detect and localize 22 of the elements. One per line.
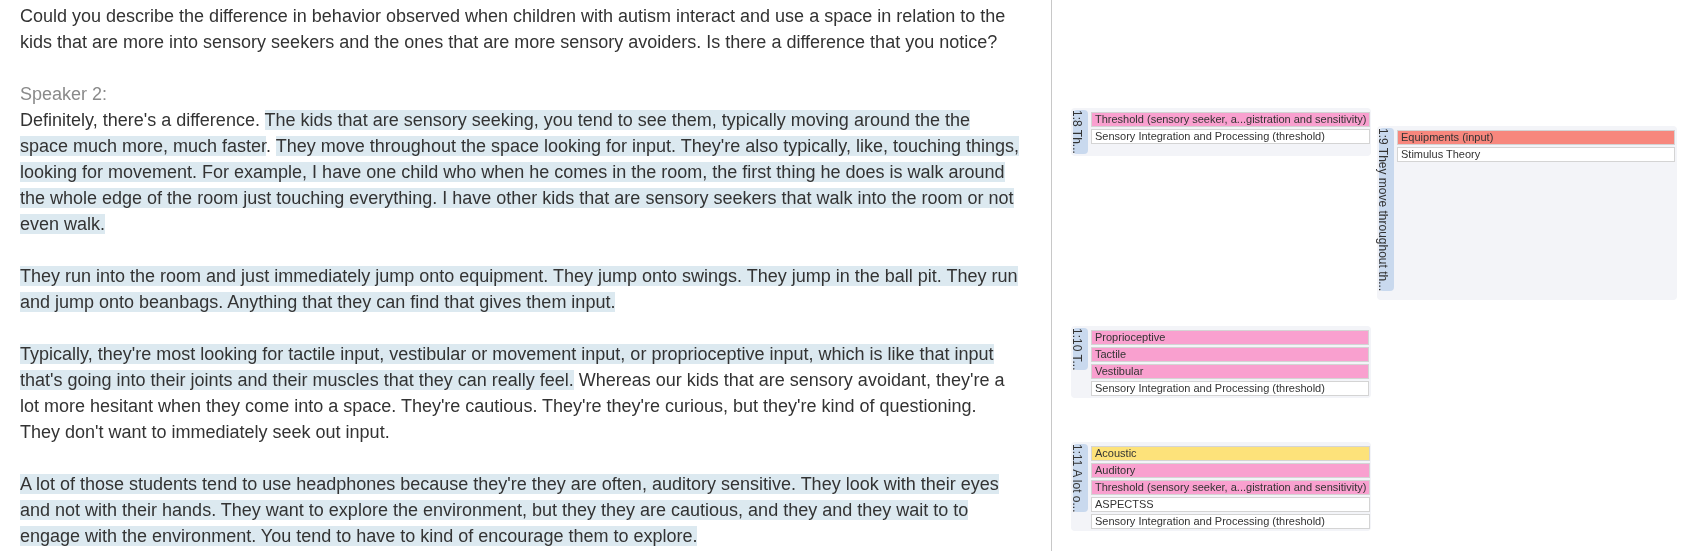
code-tag[interactable]: Sensory Integration and Processing (threshold) [1091,513,1371,529]
code-tag[interactable]: Sensory Integration and Processing (threshold) [1091,129,1371,144]
quotation-tab[interactable]: 1:10 T... [1073,327,1088,371]
code-tag[interactable]: Tactile [1091,346,1369,362]
transcript-paragraph: A lot of those students tend to use headphones because they're they are often, auditory sensitive. They look with their eyes and not with their hands. They want to explore the environment, but they they are cautious, and they and they wait to to engage with the environment. You tend to have to kind of encourage them to explore. [20,473,1000,548]
code-tag[interactable]: Threshold (sensory seeker, a...gistration and sensitivity) [1091,112,1371,127]
transcript-paragraph: Could you describe the difference in behavior observed when children with autism interact and use a space in relation to the kids that are more into sensory seekers and the ones that are more sensory avoiders. Is there a difference that you notice? [20,5,1007,54]
code-tag[interactable]: Sensory Integration and Processing (threshold) [1091,380,1369,396]
code-tag[interactable]: Stimulus Theory [1397,147,1675,162]
speaker-label: Speaker 2: [20,83,109,106]
transcript-paragraph: Typically, they're most looking for tactile input, vestibular or movement input, or proprioceptive input, which is like that input that's going into their joints and their muscles that they can really feel. Whereas our kids that are sensory avoidant, they're a lot more hesitant when they come into a space. They're cautious. They're they're curious, but they're kind of questioning. They don't want to immediately seek out input. [20,343,1006,444]
code-tag[interactable]: Vestibular [1091,363,1369,379]
code-tag[interactable]: Threshold (sensory seeker, a...gistration and sensitivity) [1091,479,1371,495]
code-tag[interactable]: Auditory [1091,462,1371,478]
code-tag[interactable]: Proprioceptive [1091,329,1369,345]
code-tag[interactable]: Acoustic [1091,445,1371,461]
quotation-tab[interactable]: 1:8 Th... [1073,110,1088,154]
quotation-tab[interactable]: 1:11 A lot o... [1073,443,1088,513]
transcript-paragraph: Definitely, there's a difference. The kids that are sensory seeking, you tend to see them, typically moving around the the space much more, much faster. They move throughout the space looking for input. They're also typically, like, touching things, looking for movement. For example, I have one child who when he comes in the room, the first thing he does is walk around the whole edge of the room just touching everything. I have other kids that are sensory seekers that walk into the room or not even walk. [20,109,1020,236]
code-tag[interactable]: ASPECTSS [1091,496,1371,512]
code-tag[interactable]: Equipments (input) [1397,130,1675,145]
transcript-paragraph: They run into the room and just immediately jump onto equipment. They jump onto swings. They jump in the ball pit. They run and jump onto beanbags. Anything that they can find that gives them input. [20,265,1019,314]
